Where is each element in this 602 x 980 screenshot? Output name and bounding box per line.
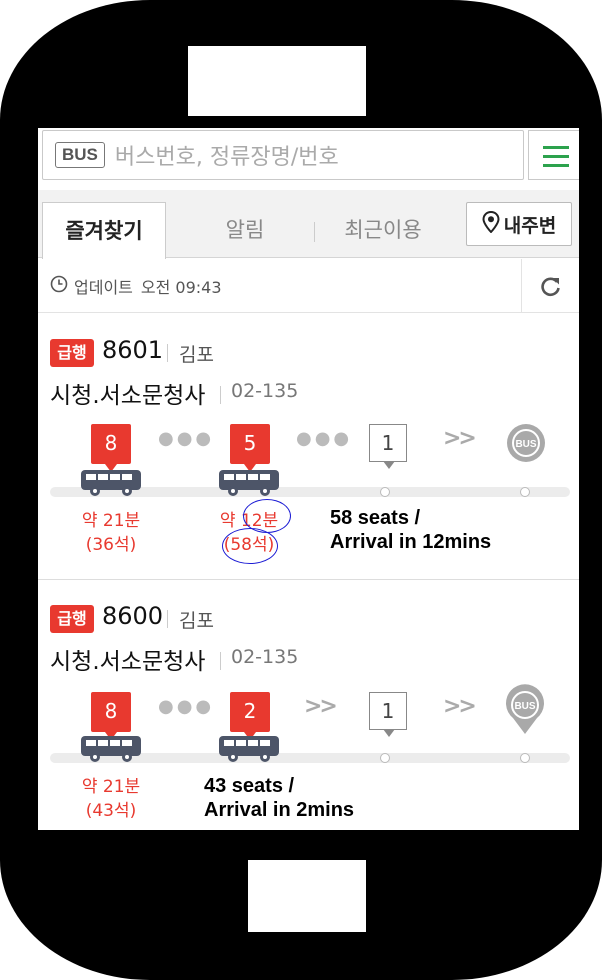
eta-time: 약 21분 [81, 777, 141, 797]
stop-divider [220, 386, 221, 404]
bus-stop-pin-icon: BUS [503, 684, 547, 740]
app-screen: BUS 버스번호, 정류장명/번호 즐겨찾기 알림 최근이용 내주변 업데이트 … [38, 128, 579, 830]
double-chevron-icon: >> [443, 426, 477, 451]
stop-id: 02-135 [231, 380, 299, 402]
express-badge: 급행 [50, 339, 94, 367]
stop-count-marker: 1 [369, 692, 407, 737]
refresh-icon[interactable] [521, 259, 579, 312]
nearby-button[interactable]: 내주변 [466, 202, 572, 246]
annotation-circle [222, 528, 278, 564]
stop-node [380, 487, 390, 497]
eta-time: 약 21분 [81, 511, 141, 531]
bus-stop-label: BUS [514, 701, 535, 712]
update-time: 오전 09:43 [140, 277, 222, 297]
menu-icon[interactable] [528, 130, 579, 180]
arrival-card[interactable]: 급행 8600 김포 시청.서소문청사 02-135 8 ●●● 2 >> 1 … [38, 580, 579, 830]
location-pin-icon [482, 210, 500, 238]
stop-node [520, 487, 530, 497]
bus-stop-icon: BUS [505, 422, 547, 468]
search-row: BUS 버스번호, 정류장명/번호 [38, 128, 579, 190]
tab-recent[interactable]: 최근이용 [328, 202, 438, 258]
bus-position-marker: 5 [230, 424, 270, 472]
arrival-card[interactable]: 급행 8601 김포 시청.서소문청사 02-135 8 ●●● 5 ●●● 1… [38, 314, 579, 580]
stop-count-marker: 1 [369, 424, 407, 469]
double-chevron-icon: >> [443, 694, 477, 719]
bus-icon [217, 468, 281, 502]
bus-position-marker: 8 [91, 424, 131, 472]
nearby-label: 내주변 [503, 214, 557, 237]
route-destination: 김포 [179, 344, 214, 366]
stop-name: 시청.서소문청사 [50, 649, 206, 675]
stop-id: 02-135 [231, 646, 299, 668]
bus-stop-label: BUS [515, 439, 536, 450]
bus-icon [217, 734, 281, 768]
annotation-note: 43 seats / [204, 775, 295, 797]
tab-alerts[interactable]: 알림 [200, 202, 290, 258]
route-divider [167, 610, 168, 628]
eta-seats: (43석) [85, 801, 137, 821]
dots-icon: ●●● [158, 428, 215, 449]
dots-icon: ●●● [158, 696, 215, 717]
route-divider [167, 344, 168, 362]
bus-position-marker: 8 [91, 692, 131, 740]
update-label: 업데이트 [74, 277, 133, 297]
annotation-note: Arrival in 12mins [330, 531, 492, 553]
update-row: 업데이트 오전 09:43 [38, 259, 579, 313]
route-number: 8601 [102, 336, 164, 364]
double-chevron-icon: >> [304, 694, 338, 719]
route-destination: 김포 [179, 610, 214, 632]
bottom-placeholder [248, 860, 366, 932]
bus-position-marker: 2 [230, 692, 270, 740]
eta-seats: (36석) [85, 535, 137, 555]
stop-node [520, 753, 530, 763]
tab-divider [314, 222, 315, 242]
route-number: 8600 [102, 602, 164, 630]
tab-bar: 즐겨찾기 알림 최근이용 내주변 [38, 190, 579, 259]
annotation-note: 58 seats / [330, 507, 421, 529]
search-input[interactable]: BUS 버스번호, 정류장명/번호 [42, 130, 524, 180]
dots-icon: ●●● [296, 428, 353, 449]
stop-divider [220, 652, 221, 670]
annotation-note: Arrival in 2mins [204, 799, 355, 821]
bus-icon [79, 468, 143, 502]
express-badge: 급행 [50, 605, 94, 633]
bus-icon [79, 734, 143, 768]
search-placeholder: 버스번호, 정류장명/번호 [114, 145, 339, 170]
top-placeholder [188, 46, 366, 116]
stop-node [380, 753, 390, 763]
tab-favorites[interactable]: 즐겨찾기 [42, 202, 166, 259]
bus-tag: BUS [55, 142, 105, 168]
stop-name: 시청.서소문청사 [50, 383, 206, 409]
clock-icon [50, 275, 68, 297]
